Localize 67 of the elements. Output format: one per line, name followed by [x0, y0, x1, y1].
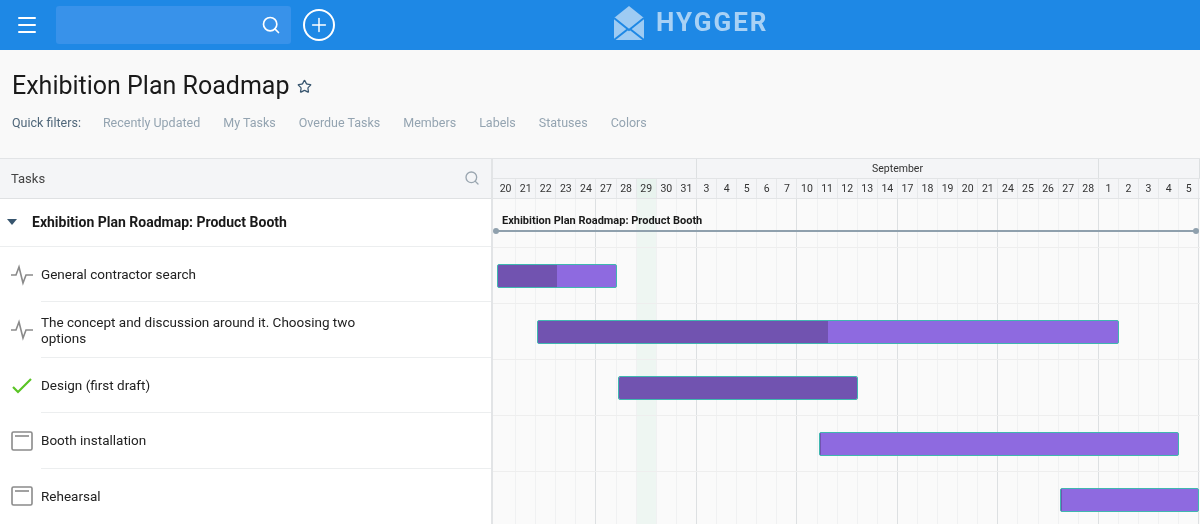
day-label: 3	[703, 180, 710, 197]
day-label: 21	[519, 180, 532, 197]
add-button[interactable]	[303, 9, 335, 41]
task-title[interactable]: Rehearsal	[41, 488, 101, 505]
day-label: 10	[801, 180, 813, 197]
day-label: 20	[499, 180, 512, 197]
task-title[interactable]: The concept and discussion around it. Choosing two options	[41, 313, 401, 346]
task-title[interactable]: Design (first draft)	[41, 377, 151, 394]
day-label: 4	[1165, 180, 1172, 197]
quick-filters-label: Quick filters:	[12, 114, 81, 132]
day-label: 14	[881, 180, 894, 197]
search-icon	[261, 15, 281, 35]
task-title[interactable]: General contractor search	[41, 266, 196, 283]
day-label: 29	[640, 180, 653, 197]
day-label: 5	[743, 180, 750, 197]
day-label: 13	[861, 180, 874, 197]
day-label: 17	[901, 180, 914, 197]
quick-filter-link[interactable]: Colors	[610, 114, 647, 133]
day-label: 18	[921, 180, 934, 197]
day-label: 2	[1125, 180, 1132, 197]
day-label: 30	[660, 180, 673, 197]
pulse-icon	[10, 263, 34, 286]
day-label: 1	[1105, 180, 1112, 197]
quick-filter-link[interactable]: Labels	[479, 114, 516, 133]
quick-filter-link[interactable]: Members	[403, 114, 457, 133]
page-title: Exhibition Plan Roadmap	[12, 70, 290, 102]
day-label: 25	[1022, 180, 1034, 197]
month-label: September	[872, 160, 923, 177]
task-bar[interactable]	[818, 432, 1180, 456]
day-label: 31	[680, 180, 693, 197]
day-label: 5	[1185, 180, 1192, 197]
day-label: 24	[1002, 180, 1014, 197]
search-field[interactable]	[56, 6, 291, 44]
task-title[interactable]: Booth installation	[41, 432, 147, 449]
task-bar[interactable]	[1059, 488, 1200, 512]
day-label: 22	[539, 180, 552, 197]
day-label: 27	[600, 180, 612, 197]
day-label: 4	[723, 180, 730, 197]
day-label: 27	[1062, 180, 1075, 197]
day-label: 7	[783, 180, 790, 197]
day-label: 26	[1042, 180, 1054, 197]
card-icon	[10, 485, 34, 508]
day-label: 24	[580, 180, 592, 197]
pulse-icon	[10, 319, 34, 342]
favorite-star-button[interactable]	[297, 78, 313, 94]
card-icon	[10, 429, 34, 452]
task-bar[interactable]	[497, 264, 617, 288]
day-label: 23	[559, 180, 572, 197]
day-label: 21	[981, 180, 994, 197]
day-label: 19	[941, 180, 954, 197]
quick-filter-link[interactable]: Statuses	[538, 114, 588, 133]
day-label: 28	[620, 180, 632, 197]
search-icon[interactable]	[464, 170, 480, 187]
logo-text: HYGGER	[656, 6, 769, 39]
group-label: Exhibition Plan Roadmap: Product Booth	[502, 213, 703, 229]
day-label: 20	[961, 180, 974, 197]
quick-filter-link[interactable]: Overdue Tasks	[298, 114, 381, 133]
day-label: 3	[1145, 180, 1152, 197]
group-title[interactable]: Exhibition Plan Roadmap: Product Booth	[32, 211, 287, 233]
day-label: 12	[841, 180, 854, 197]
day-label: 6	[763, 180, 770, 197]
day-label: 11	[821, 180, 833, 197]
task-bar[interactable]	[537, 320, 1120, 344]
quick-filter-link[interactable]: Recently Updated	[102, 114, 201, 133]
tasks-header: Tasks	[11, 169, 46, 188]
quick-filter-link[interactable]: My Tasks	[223, 114, 276, 133]
day-label: 28	[1082, 180, 1095, 197]
